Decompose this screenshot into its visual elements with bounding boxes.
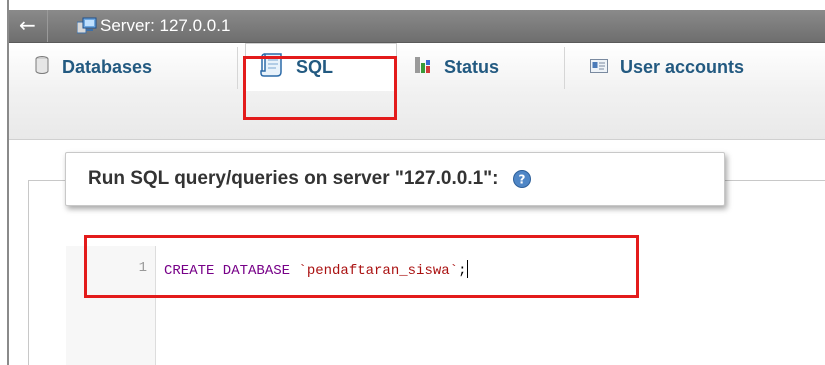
editor-gutter: 1 <box>66 246 156 365</box>
fieldset-border-left <box>28 180 29 365</box>
page-left-edge <box>0 0 9 365</box>
tab-label: Status <box>444 56 500 77</box>
back-button[interactable]: ← <box>9 10 48 42</box>
svg-text:?: ? <box>518 173 525 187</box>
tab-label: User accounts <box>620 56 745 77</box>
sql-terminator: ; <box>458 263 467 279</box>
server-label: Server: 127.0.0.1 <box>100 16 231 35</box>
user-accounts-icon <box>590 57 608 78</box>
tab-label: Databases <box>62 56 153 77</box>
sql-query-editor[interactable]: 1 CREATE DATABASE `pendaftaran_siswa`; <box>66 246 825 365</box>
database-icon <box>34 55 50 79</box>
tab-databases[interactable]: Databases <box>34 43 152 91</box>
server-icon <box>76 17 97 35</box>
tab-sql[interactable]: SQL <box>245 43 397 91</box>
tab-divider <box>564 47 565 89</box>
server-breadcrumb[interactable]: Server: 127.0.0.1 <box>76 10 231 42</box>
sql-keyword: CREATE DATABASE <box>164 263 299 279</box>
tab-user-accounts[interactable]: User accounts <box>590 43 744 91</box>
status-chart-icon <box>414 56 432 79</box>
code-line[interactable]: CREATE DATABASE `pendaftaran_siswa`; <box>164 260 469 279</box>
tab-label: SQL <box>296 57 334 77</box>
help-icon[interactable]: ? <box>512 170 531 188</box>
server-breadcrumb-bar: ← Server: 127.0.0.1 <box>9 10 825 43</box>
sql-scroll-icon <box>260 52 284 83</box>
query-panel-title: Run SQL query/queries on server "127.0.0… <box>88 168 499 189</box>
tab-status[interactable]: Status <box>414 43 499 91</box>
main-tab-bar: Databases SQL Status User accounts <box>9 43 825 140</box>
line-number: 1 <box>138 260 147 276</box>
tab-divider <box>237 47 238 89</box>
sql-identifier: `pendaftaran_siswa` <box>298 263 459 279</box>
text-cursor <box>467 260 469 278</box>
query-panel-legend: Run SQL query/queries on server "127.0.0… <box>65 152 725 206</box>
back-arrow-icon: ← <box>19 13 36 37</box>
